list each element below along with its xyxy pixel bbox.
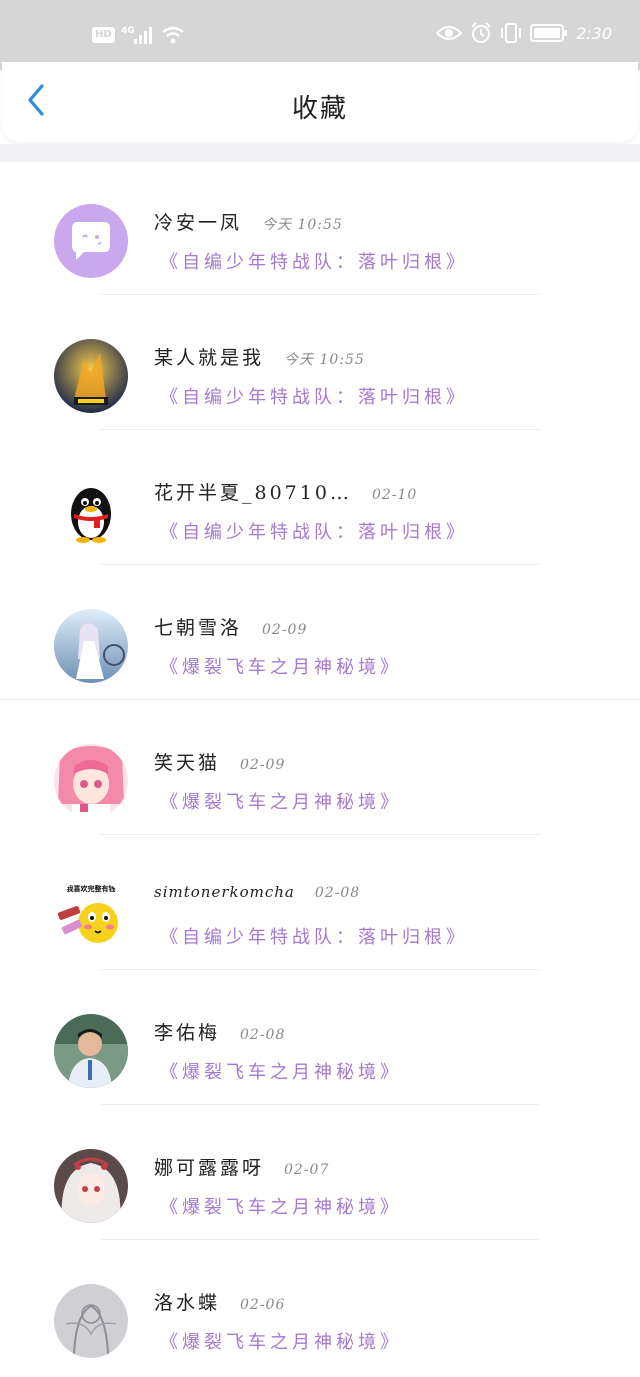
work-title[interactable]: 《爆裂飞车之月神秘境》: [160, 788, 402, 814]
user-name: simtonerkomcha: [154, 883, 295, 901]
user-name: 冷安一凤: [154, 212, 243, 234]
work-title[interactable]: 《自编少年特战队：落叶归根》: [160, 248, 468, 274]
alarm-icon: [471, 22, 491, 43]
name-row: 冷安一凤 今天 10:55: [154, 208, 343, 235]
network-label: 4G: [121, 26, 135, 36]
user-name: 七朝雪洛: [154, 617, 243, 639]
list-item[interactable]: 七朝雪洛 02-09 《爆裂飞车之月神秘境》: [0, 567, 640, 702]
user-name: 某人就是我: [154, 347, 265, 369]
name-row: 花开半夏_80710… 02-10: [154, 478, 417, 505]
name-row: 洛水蝶 02-06: [154, 1288, 285, 1315]
page-title: 收藏: [291, 94, 348, 124]
favorites-list: 冷安一凤 今天 10:55 《自编少年特战队：落叶归根》 某人就是我 今天 10…: [0, 162, 640, 1377]
status-left: HD 4G: [92, 24, 185, 46]
anime-white-avatar[interactable]: [54, 1149, 128, 1223]
favorite-time: 今天 10:55: [262, 217, 343, 233]
status-bar: HD 4G 2:30: [0, 0, 640, 70]
header-separator: [0, 144, 640, 162]
favorite-time: 今天 10:55: [284, 352, 365, 368]
work-title[interactable]: 《爆裂飞车之月神秘境》: [160, 653, 402, 679]
work-title[interactable]: 《自编少年特战队：落叶归根》: [160, 923, 468, 949]
list-item[interactable]: 笑天猫 02-09 《爆裂飞车之月神秘境》: [0, 702, 640, 837]
favorite-time: 02-10: [371, 487, 418, 503]
battery-icon: [530, 24, 568, 42]
sketch-avatar[interactable]: [54, 1284, 128, 1358]
user-name: 娜可露露呀: [154, 1157, 265, 1179]
work-title[interactable]: 《爆裂飞车之月神秘境》: [160, 1058, 402, 1084]
favorite-time: 02-07: [284, 1162, 330, 1178]
anime-pink-avatar[interactable]: [54, 744, 128, 818]
avatar-caption: 我喜欢完整有钱: [67, 884, 116, 893]
divider: [100, 429, 540, 430]
hd-icon: HD: [92, 27, 115, 43]
penguin-avatar[interactable]: [54, 474, 128, 548]
vibrate-icon: [501, 23, 522, 43]
name-row: 娜可露露呀 02-07: [154, 1153, 329, 1180]
name-row: 某人就是我 今天 10:55: [154, 343, 365, 370]
user-name: 笑天猫: [154, 752, 221, 774]
divider: [100, 1104, 540, 1105]
status-right: 2:30: [436, 22, 612, 44]
work-title[interactable]: 《爆裂飞车之月神秘境》: [160, 1328, 402, 1354]
divider: [100, 564, 540, 565]
list-item[interactable]: 我喜欢完整有钱 simtonerkomcha 02-08 《自编少年特战队：落叶…: [0, 837, 640, 972]
name-row: 七朝雪洛 02-09: [154, 613, 307, 640]
signal-icon: 4G: [121, 26, 152, 44]
user-name: 花开半夏_80710…: [154, 482, 352, 504]
divider: [100, 834, 540, 835]
divider: [100, 1239, 540, 1240]
list-item[interactable]: 花开半夏_80710… 02-10 《自编少年特战队：落叶归根》: [0, 432, 640, 567]
emoji-avatar[interactable]: 我喜欢完整有钱: [54, 879, 128, 953]
list-item[interactable]: 洛水蝶 02-06 《爆裂飞车之月神秘境》: [0, 1242, 640, 1377]
favorite-time: 02-08: [240, 1027, 286, 1043]
divider: [0, 699, 640, 700]
favorite-time: 02-09: [262, 622, 308, 638]
work-title[interactable]: 《爆裂飞车之月神秘境》: [160, 1193, 402, 1219]
anime-girl-avatar[interactable]: [54, 609, 128, 683]
divider: [100, 969, 540, 970]
name-row: simtonerkomcha 02-08: [154, 883, 360, 901]
clock: 2:30: [576, 23, 612, 43]
list-item[interactable]: 李佑梅 02-08 《爆裂飞车之月神秘境》: [0, 972, 640, 1107]
favorite-time: 02-06: [240, 1297, 286, 1313]
divider: [100, 294, 540, 295]
photo-avatar[interactable]: [54, 339, 128, 413]
wifi-icon: [161, 26, 184, 44]
person-photo-avatar[interactable]: [54, 1014, 128, 1088]
nav-header: 收藏: [2, 62, 638, 142]
favorite-time: 02-08: [314, 885, 361, 901]
work-title[interactable]: 《自编少年特战队：落叶归根》: [160, 518, 468, 544]
list-item[interactable]: 冷安一凤 今天 10:55 《自编少年特战队：落叶归根》: [0, 162, 640, 297]
list-item[interactable]: 某人就是我 今天 10:55 《自编少年特战队：落叶归根》: [0, 297, 640, 432]
user-name: 李佑梅: [154, 1022, 221, 1044]
name-row: 李佑梅 02-08: [154, 1018, 285, 1045]
user-name: 洛水蝶: [154, 1292, 221, 1314]
favorite-time: 02-09: [240, 757, 286, 773]
chat-bubble-avatar[interactable]: [54, 204, 128, 278]
work-title[interactable]: 《自编少年特战队：落叶归根》: [160, 383, 468, 409]
eye-icon: [436, 26, 463, 40]
name-row: 笑天猫 02-09: [154, 748, 285, 775]
list-item[interactable]: 娜可露露呀 02-07 《爆裂飞车之月神秘境》: [0, 1107, 640, 1242]
